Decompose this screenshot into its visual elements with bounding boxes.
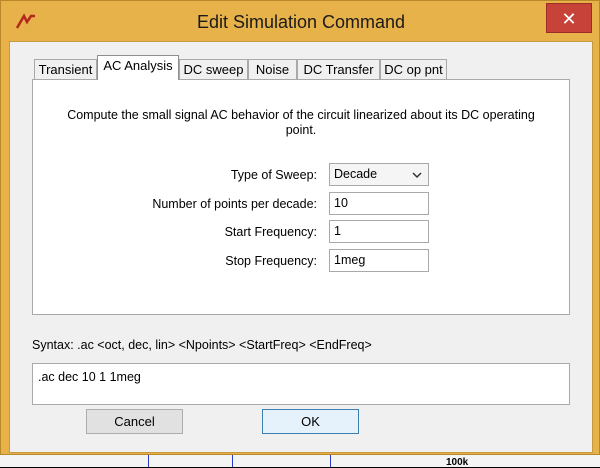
panel-description: Compute the small signal AC behavior of … xyxy=(67,108,535,137)
start-frequency-label: Start Frequency: xyxy=(224,225,317,239)
wire xyxy=(148,455,149,467)
type-of-sweep-label: Type of Sweep: xyxy=(230,168,317,182)
cancel-button[interactable]: Cancel xyxy=(86,409,183,434)
tab-ac-analysis[interactable]: AC Analysis xyxy=(97,55,179,80)
spice-command-field[interactable]: .ac dec 10 1 1meg xyxy=(32,363,570,405)
tab-dc-transfer[interactable]: DC Transfer xyxy=(297,59,380,79)
syntax-hint: Syntax: .ac <oct, dec, lin> <Npoints> <S… xyxy=(32,338,372,352)
window-title: Edit Simulation Command xyxy=(196,12,406,32)
component-value-label: 100k xyxy=(446,457,469,468)
stop-frequency-input[interactable]: 1meg xyxy=(329,249,429,272)
wire xyxy=(330,455,331,467)
stop-frequency-label: Stop Frequency: xyxy=(225,254,317,268)
type-of-sweep-value: Decade xyxy=(334,167,378,181)
tab-dc-sweep[interactable]: DC sweep xyxy=(179,59,248,79)
tab-noise[interactable]: Noise xyxy=(248,59,297,79)
title-bar[interactable]: Edit Simulation Command ✕ xyxy=(1,1,600,41)
wire xyxy=(232,455,233,467)
type-of-sweep-select[interactable]: Decade xyxy=(329,163,429,186)
tab-transient[interactable]: Transient xyxy=(34,59,97,79)
chevron-down-icon xyxy=(412,172,422,179)
tab-dc-op-pnt[interactable]: DC op pnt xyxy=(380,59,447,79)
ok-button[interactable]: OK xyxy=(262,409,359,434)
points-per-decade-label: Number of points per decade: xyxy=(152,197,317,211)
points-per-decade-input[interactable]: 10 xyxy=(329,192,429,215)
close-button[interactable]: ✕ xyxy=(546,3,592,33)
start-frequency-input[interactable]: 1 xyxy=(329,220,429,243)
ac-analysis-panel: Compute the small signal AC behavior of … xyxy=(32,79,570,315)
